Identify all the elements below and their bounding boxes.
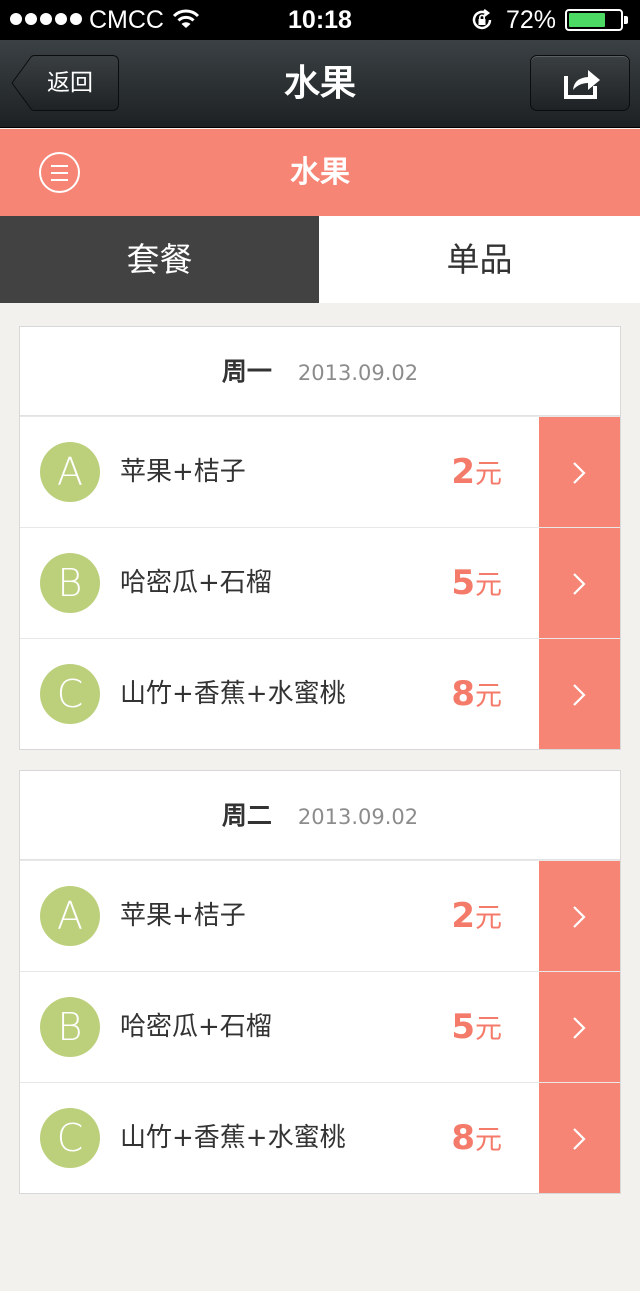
chevron-right-icon — [573, 1017, 586, 1039]
back-button[interactable]: 返回 — [11, 55, 119, 111]
day-name: 周一 — [221, 357, 272, 386]
meal-name: 哈密瓜+石榴 — [120, 568, 272, 598]
category-title: 水果 — [290, 155, 350, 190]
back-button-label: 返回 — [47, 70, 93, 96]
option-badge: C — [40, 1108, 100, 1168]
meal-price: 5元 — [451, 563, 502, 603]
meal-row[interactable]: A 苹果+桔子 2元 — [20, 860, 620, 971]
meal-name: 苹果+桔子 — [120, 457, 246, 487]
menu-icon[interactable] — [39, 152, 80, 193]
day-name: 周二 — [221, 801, 272, 830]
option-badge: A — [40, 442, 100, 502]
tab-single-item[interactable]: 单品 — [319, 216, 640, 303]
detail-button[interactable] — [539, 528, 620, 638]
meal-row[interactable]: A 苹果+桔子 2元 — [20, 416, 620, 527]
meal-name: 山竹+香蕉+水蜜桃 — [120, 1123, 346, 1153]
meal-price: 5元 — [451, 1007, 502, 1047]
meal-row[interactable]: B 哈密瓜+石榴 5元 — [20, 527, 620, 638]
meal-price: 8元 — [451, 1118, 502, 1158]
category-header: 水果 — [0, 129, 640, 216]
chevron-right-icon — [573, 462, 586, 484]
option-badge: B — [40, 997, 100, 1057]
detail-button[interactable] — [539, 417, 620, 527]
option-badge: A — [40, 886, 100, 946]
meal-name: 哈密瓜+石榴 — [120, 1012, 272, 1042]
navigation-bar: 水果 返回 — [0, 40, 640, 128]
rotation-lock-icon — [470, 8, 494, 39]
meal-price: 8元 — [451, 674, 502, 714]
meal-price: 2元 — [451, 452, 502, 492]
meal-price: 2元 — [451, 896, 502, 936]
battery-percent: 72% — [506, 6, 557, 34]
detail-button[interactable] — [539, 861, 620, 971]
tab-bar: 套餐 单品 — [0, 216, 640, 303]
share-icon — [564, 70, 600, 99]
detail-button[interactable] — [539, 639, 620, 749]
day-header: 周一 2013.09.02 — [20, 327, 620, 416]
meal-name: 苹果+桔子 — [120, 901, 246, 931]
chevron-right-icon — [573, 1128, 586, 1150]
day-date: 2013.09.02 — [297, 361, 419, 385]
tab-set-meal[interactable]: 套餐 — [0, 216, 319, 303]
day-header: 周二 2013.09.02 — [20, 771, 620, 860]
battery-icon — [565, 9, 628, 31]
chevron-right-icon — [573, 684, 586, 706]
day-date: 2013.09.02 — [297, 805, 419, 829]
option-badge: B — [40, 553, 100, 613]
share-button[interactable] — [530, 55, 630, 111]
detail-button[interactable] — [539, 972, 620, 1082]
meal-row[interactable]: C 山竹+香蕉+水蜜桃 8元 — [20, 1082, 620, 1193]
option-badge: C — [40, 664, 100, 724]
meal-name: 山竹+香蕉+水蜜桃 — [120, 679, 346, 709]
day-card-monday: 周一 2013.09.02 A 苹果+桔子 2元 B 哈密瓜+石榴 5元 C 山竹… — [19, 326, 621, 750]
chevron-right-icon — [573, 906, 586, 928]
chevron-right-icon — [573, 573, 586, 595]
detail-button[interactable] — [539, 1083, 620, 1193]
day-card-tuesday: 周二 2013.09.02 A 苹果+桔子 2元 B 哈密瓜+石榴 5元 C 山竹… — [19, 770, 621, 1194]
meal-row[interactable]: B 哈密瓜+石榴 5元 — [20, 971, 620, 1082]
status-bar: CMCC 10:18 72% — [0, 0, 640, 40]
meal-row[interactable]: C 山竹+香蕉+水蜜桃 8元 — [20, 638, 620, 749]
